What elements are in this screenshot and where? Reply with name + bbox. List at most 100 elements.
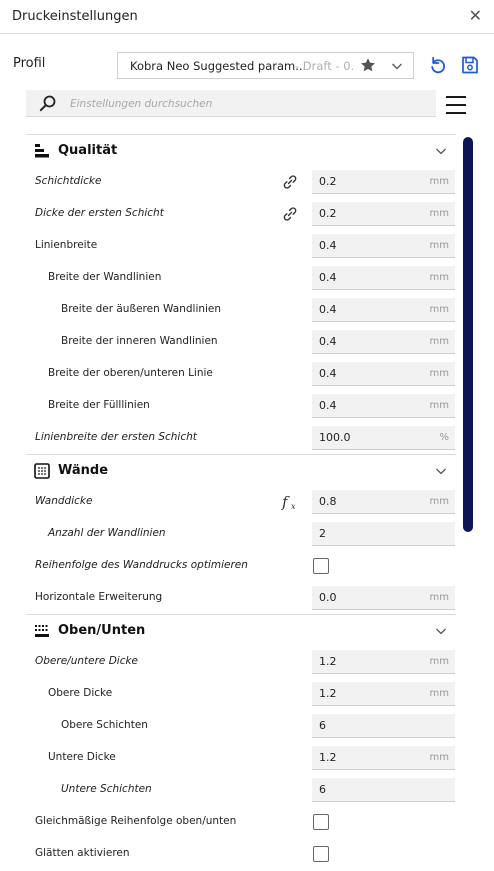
setting-label: Obere/untere Dicke: [35, 655, 139, 667]
setting-value: 6: [319, 719, 326, 732]
setting-row: Wanddicke f x 0.8 mm: [26, 486, 456, 518]
setting-input[interactable]: 1.2 mm: [312, 650, 455, 674]
profile-label: Profil: [13, 56, 46, 71]
star-icon[interactable]: [360, 57, 376, 73]
setting-input[interactable]: 6: [312, 714, 455, 738]
setting-row: Untere Dicke 1.2 mm: [26, 742, 456, 774]
setting-value: 0.2: [319, 175, 337, 188]
close-icon[interactable]: ✕: [469, 6, 482, 25]
setting-unit: mm: [429, 176, 449, 187]
category-header-quality[interactable]: Qualität: [26, 134, 456, 166]
setting-label: Untere Schichten: [61, 783, 152, 795]
setting-checkbox[interactable]: [313, 814, 329, 830]
setting-input[interactable]: 0.4 mm: [312, 266, 455, 290]
category-title: Qualität: [58, 143, 118, 158]
setting-row: Obere Dicke 1.2 mm: [26, 678, 456, 710]
setting-input[interactable]: 0.4 mm: [312, 362, 455, 386]
setting-label: Horizontale Erweiterung: [35, 591, 163, 603]
setting-unit: mm: [429, 752, 449, 763]
setting-input[interactable]: 0.0 mm: [312, 586, 455, 610]
top-bottom-icon: [35, 625, 49, 637]
setting-unit: %: [439, 432, 449, 443]
setting-unit: mm: [429, 304, 449, 315]
chevron-down-icon: [392, 63, 402, 70]
setting-label: Linienbreite der ersten Schicht: [35, 431, 197, 443]
setting-input[interactable]: 0.4 mm: [312, 234, 455, 258]
setting-value: 0.8: [319, 495, 337, 508]
chevron-down-icon: [436, 468, 446, 475]
search-icon: [39, 95, 56, 112]
setting-row: Glätten aktivieren: [26, 838, 456, 870]
function-icon[interactable]: fx: [281, 493, 299, 511]
setting-label: Breite der Fülllinien: [48, 399, 150, 411]
setting-label: Glätten aktivieren: [35, 847, 130, 859]
setting-unit: mm: [429, 208, 449, 219]
walls-icon: [34, 463, 50, 479]
settings-list: Qualität Schichtdicke 0.2 mm Dicke der erste…: [0, 134, 494, 871]
category-header-top-bottom[interactable]: Oben/Unten: [26, 614, 456, 646]
setting-value: 0.4: [319, 303, 337, 316]
setting-unit: mm: [429, 272, 449, 283]
setting-input[interactable]: 6: [312, 778, 455, 802]
svg-text:x: x: [291, 502, 296, 511]
setting-input[interactable]: 0.2 mm: [312, 170, 455, 194]
category-title: Oben/Unten: [58, 623, 146, 638]
setting-unit: mm: [429, 592, 449, 603]
setting-checkbox[interactable]: [313, 846, 329, 862]
setting-label: Breite der oberen/unteren Linie: [48, 367, 213, 379]
setting-label: Obere Dicke: [48, 687, 113, 699]
setting-unit: mm: [429, 656, 449, 667]
setting-label: Obere Schichten: [61, 719, 148, 731]
setting-row: Breite der oberen/unteren Linie 0.4 mm: [26, 358, 456, 390]
setting-value: 0.4: [319, 271, 337, 284]
profile-draft-status: - Draft - 0...: [295, 59, 355, 73]
title-bar: Druckeinstellungen ✕: [0, 0, 494, 34]
setting-input[interactable]: 1.2 mm: [312, 682, 455, 706]
setting-value: 0.4: [319, 367, 337, 380]
setting-row: Linienbreite 0.4 mm: [26, 230, 456, 262]
setting-row: Obere Schichten 6: [26, 710, 456, 742]
setting-value: 0.2: [319, 207, 337, 220]
setting-row: Linienbreite der ersten Schicht 100.0%: [26, 422, 456, 454]
setting-input[interactable]: 100.0%: [312, 426, 455, 450]
setting-input[interactable]: 1.2 mm: [312, 746, 455, 770]
setting-unit: mm: [429, 368, 449, 379]
setting-unit: mm: [429, 400, 449, 411]
setting-checkbox[interactable]: [313, 558, 329, 574]
setting-row: Horizontale Erweiterung 0.0 mm: [26, 582, 456, 614]
search-input[interactable]: [70, 94, 420, 114]
setting-input[interactable]: 0.4 mm: [312, 298, 455, 322]
settings-search-bar: [26, 90, 436, 117]
profile-dropdown[interactable]: Kobra Neo Suggested param... - Draft - 0…: [117, 52, 414, 79]
hamburger-menu-icon[interactable]: [445, 94, 467, 116]
setting-label: Breite der inneren Wandlinien: [61, 335, 218, 347]
setting-input[interactable]: 0.2 mm: [312, 202, 455, 226]
profile-name: Kobra Neo Suggested param...: [130, 59, 307, 73]
setting-row: Breite der äußeren Wandlinien 0.4 mm: [26, 294, 456, 326]
setting-unit: mm: [429, 240, 449, 251]
setting-label: Reihenfolge des Wanddrucks optimieren: [35, 559, 248, 571]
setting-label: Gleichmäßige Reihenfolge oben/unten: [35, 815, 237, 827]
setting-row: Breite der Fülllinien 0.4 mm: [26, 390, 456, 422]
setting-row: Gleichmäßige Reihenfolge oben/unten: [26, 806, 456, 838]
setting-input[interactable]: 2: [312, 522, 455, 546]
setting-input[interactable]: 0.8 mm: [312, 490, 455, 514]
save-icon[interactable]: [460, 55, 480, 75]
setting-input[interactable]: 0.4 mm: [312, 330, 455, 354]
undo-icon[interactable]: [428, 55, 448, 75]
chevron-down-icon: [436, 628, 446, 635]
svg-text:f: f: [281, 493, 290, 511]
setting-value: 6: [319, 783, 326, 796]
setting-row: Reihenfolge des Wanddrucks optimieren: [26, 550, 456, 582]
setting-value: 1.2: [319, 687, 337, 700]
setting-label: Wanddicke: [35, 495, 93, 507]
link-icon[interactable]: [281, 173, 299, 191]
setting-input[interactable]: 0.4 mm: [312, 394, 455, 418]
setting-row: Anzahl der Wandlinien 2: [26, 518, 456, 550]
link-icon[interactable]: [281, 205, 299, 223]
scrollbar-thumb[interactable]: [463, 137, 473, 532]
setting-unit: mm: [429, 688, 449, 699]
setting-value: 0.4: [319, 399, 337, 412]
setting-value: 100.0: [319, 431, 351, 444]
category-header-walls[interactable]: Wände: [26, 454, 456, 486]
